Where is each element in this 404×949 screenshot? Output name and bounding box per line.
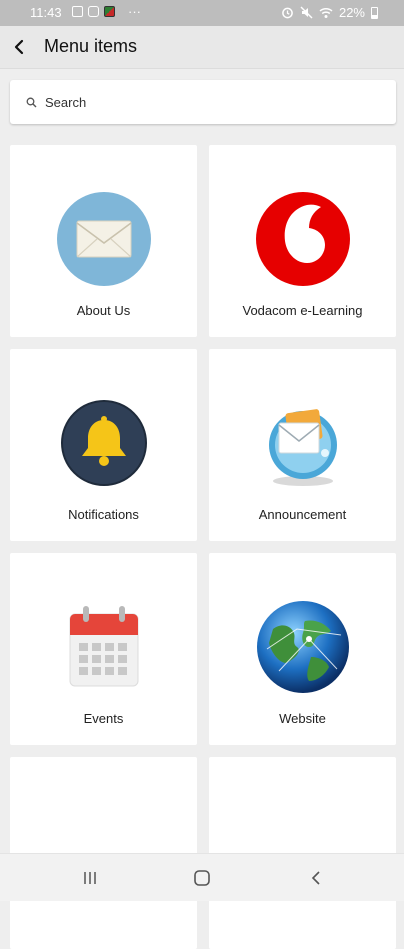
menu-item-label: Notifications [68,507,139,522]
globe-icon [256,601,349,693]
menu-item-label: Announcement [258,507,347,522]
menu-item-notifications[interactable]: Notifications [10,349,197,541]
menu-item-label: Website [279,711,326,726]
menu-grid: About Us Vodacom e-Learning Notification… [0,0,404,949]
recent-apps-icon [84,872,96,884]
home-icon [194,870,210,886]
menu-item-label: Events [83,711,124,726]
menu-item-events[interactable]: Events [10,553,197,745]
nav-back-button[interactable] [304,866,328,890]
mail-icon [268,409,337,486]
menu-item-label: About Us [76,303,131,318]
menu-item-label: Vodacom e-Learning [242,303,363,318]
menu-item-announcement[interactable]: Announcement [209,349,396,541]
back-icon [311,871,320,885]
vodacom-logo-icon [255,192,350,286]
menu-item-about-us[interactable]: About Us [10,145,197,337]
home-button[interactable] [190,866,214,890]
menu-item-vodacom-e-learning[interactable]: Vodacom e-Learning [209,145,396,337]
recent-apps-button[interactable] [78,866,102,890]
menu-item-website[interactable]: Website [209,553,396,745]
system-nav-bar [0,853,404,901]
bell-icon [60,400,147,486]
calendar-icon [69,606,138,687]
envelope-icon [56,192,151,286]
